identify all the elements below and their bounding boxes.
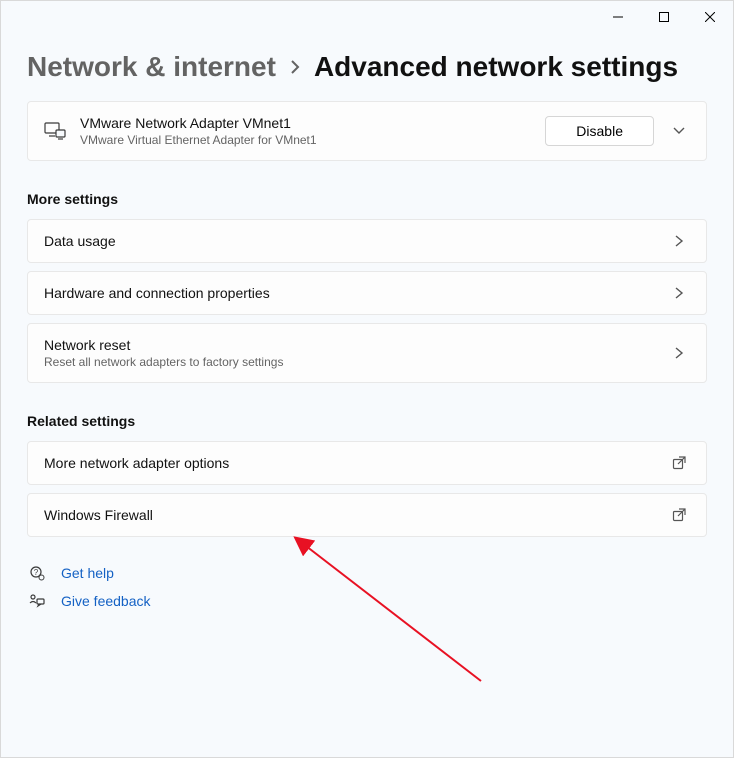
close-icon <box>705 12 715 22</box>
minimize-icon <box>613 12 623 22</box>
network-reset-row[interactable]: Network reset Reset all network adapters… <box>27 323 707 383</box>
get-help-label: Get help <box>61 565 114 581</box>
windows-firewall-label: Windows Firewall <box>44 507 654 523</box>
give-feedback-link[interactable]: Give feedback <box>27 593 707 609</box>
network-adapter-icon <box>44 122 66 140</box>
data-usage-label: Data usage <box>44 233 654 249</box>
help-icon: ? <box>27 565 47 581</box>
network-reset-sub: Reset all network adapters to factory se… <box>44 355 654 369</box>
breadcrumb: Network & internet Advanced network sett… <box>27 51 707 83</box>
page-title: Advanced network settings <box>314 51 678 83</box>
external-link-icon <box>668 508 690 522</box>
breadcrumb-parent[interactable]: Network & internet <box>27 51 276 83</box>
hardware-connection-label: Hardware and connection properties <box>44 285 654 301</box>
more-adapter-options-row[interactable]: More network adapter options <box>27 441 707 485</box>
network-reset-label: Network reset <box>44 337 654 353</box>
svg-text:?: ? <box>34 568 39 577</box>
network-adapter-card[interactable]: VMware Network Adapter VMnet1 VMware Vir… <box>27 101 707 161</box>
give-feedback-label: Give feedback <box>61 593 151 609</box>
external-link-icon <box>668 456 690 470</box>
chevron-right-icon <box>668 234 690 248</box>
close-button[interactable] <box>687 1 733 33</box>
more-adapter-options-label: More network adapter options <box>44 455 654 471</box>
chevron-right-icon <box>290 59 300 75</box>
chevron-right-icon <box>668 286 690 300</box>
section-more-settings: More settings <box>27 191 707 207</box>
titlebar <box>1 1 733 33</box>
adapter-title: VMware Network Adapter VMnet1 <box>80 115 531 131</box>
windows-firewall-row[interactable]: Windows Firewall <box>27 493 707 537</box>
get-help-link[interactable]: ? Get help <box>27 565 707 581</box>
feedback-icon <box>27 593 47 609</box>
disable-button[interactable]: Disable <box>545 116 654 146</box>
maximize-icon <box>659 12 669 22</box>
data-usage-row[interactable]: Data usage <box>27 219 707 263</box>
section-related-settings: Related settings <box>27 413 707 429</box>
chevron-right-icon <box>668 346 690 360</box>
hardware-connection-row[interactable]: Hardware and connection properties <box>27 271 707 315</box>
settings-window: Network & internet Advanced network sett… <box>0 0 734 758</box>
maximize-button[interactable] <box>641 1 687 33</box>
chevron-down-icon <box>668 126 690 136</box>
adapter-subtitle: VMware Virtual Ethernet Adapter for VMne… <box>80 133 531 147</box>
minimize-button[interactable] <box>595 1 641 33</box>
